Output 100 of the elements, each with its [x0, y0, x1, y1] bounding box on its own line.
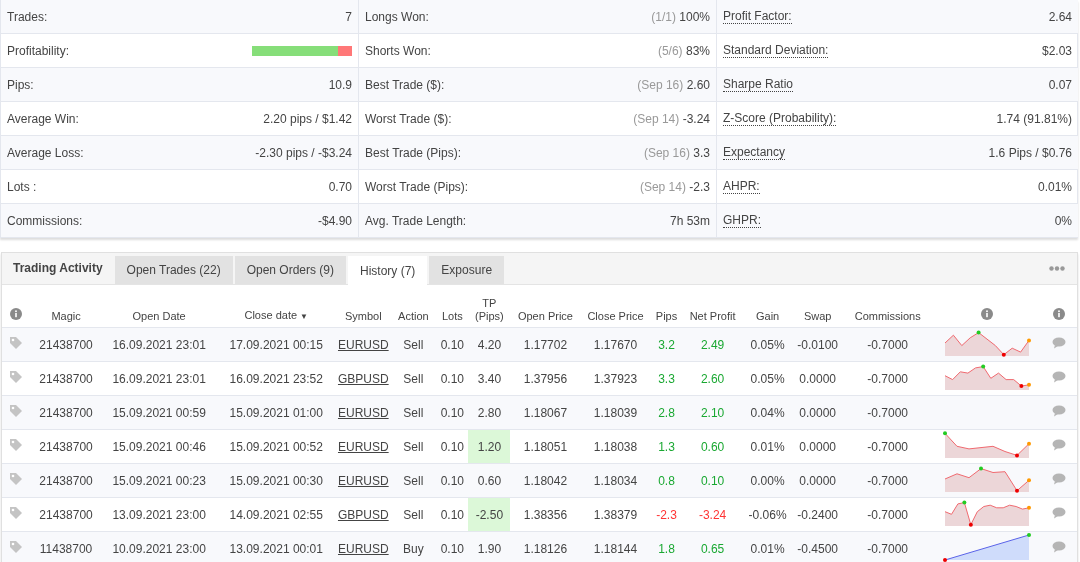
table-cell: 0.0000 [792, 395, 843, 430]
column-header[interactable]: Open Price [517, 310, 573, 323]
table-cell: 0.05% [742, 327, 793, 362]
comment-icon[interactable] [1051, 337, 1066, 349]
sort-indicator[interactable]: ▼ [300, 312, 308, 321]
stat-value: 3.3 [693, 145, 710, 160]
table-cell: 1.18034 [580, 463, 651, 498]
table-cell: 0.10 [436, 327, 469, 362]
comment-icon[interactable] [1051, 507, 1066, 519]
column-header[interactable]: Net Profit [689, 310, 736, 323]
tag-icon[interactable] [9, 404, 23, 418]
table-cell: 1.17702 [510, 327, 581, 362]
column-header[interactable]: Action [398, 310, 429, 323]
stat-label: GHPR: [723, 213, 761, 228]
column-header[interactable]: Open Date [132, 310, 186, 323]
column-header[interactable]: Magic [51, 310, 81, 323]
table-cell: Sell [390, 327, 437, 362]
tab[interactable]: Exposure [429, 256, 505, 284]
table-cell: -0.7000 [842, 327, 933, 362]
tab[interactable]: Open Trades (22) [114, 256, 233, 284]
table-cell: 16.09.2021 23:01 [102, 327, 217, 362]
stat-value: 7 [345, 9, 352, 24]
table-cell: 13.09.2021 00:01 [216, 531, 337, 562]
stat-label: Worst Trade (Pips): [365, 179, 469, 194]
stat-label: Lots : [7, 179, 37, 194]
tag-icon[interactable] [9, 370, 23, 384]
stat-value: -2.3 [689, 179, 710, 194]
stat-label: Best Trade ($): [365, 77, 445, 92]
comment-icon[interactable] [1051, 371, 1066, 383]
info-icon[interactable] [10, 308, 22, 320]
stat-label: Shorts Won: [365, 43, 431, 58]
tag-icon[interactable] [9, 472, 23, 486]
tag-icon[interactable] [9, 540, 23, 554]
more-icon[interactable] [1049, 266, 1065, 271]
stat-label: Trades: [7, 9, 48, 24]
stat-value: 0.01% [1037, 179, 1072, 194]
table-cell: -0.7000 [842, 531, 933, 562]
table-cell: 0.8 [650, 463, 683, 498]
stat-label: Longs Won: [365, 9, 429, 24]
column-header[interactable]: Swap [803, 310, 832, 323]
column-header[interactable]: Lots [441, 310, 463, 323]
table-cell: 1.17670 [580, 327, 651, 362]
stat-value: $2.03 [1041, 43, 1072, 58]
info-icon[interactable] [980, 308, 993, 320]
stat-value: 2.20 pips / $1.42 [263, 111, 352, 126]
table-cell: 15.09.2021 00:59 [102, 395, 217, 430]
stat-value: -2.30 pips / -$3.24 [255, 145, 352, 160]
table-cell: 15.09.2021 00:23 [102, 463, 217, 498]
table-cell: 1.20 [468, 429, 511, 464]
stat-note: (5/6) [657, 43, 683, 58]
column-header[interactable]: Close Price [587, 310, 644, 323]
table-cell: -2.50 [468, 497, 511, 532]
table-cell: -0.4500 [792, 531, 843, 562]
info-icon[interactable] [1052, 308, 1065, 320]
tab[interactable]: Open Orders (9) [234, 256, 346, 284]
stat-value: 0.70 [328, 179, 352, 194]
table-cell: 21438700 [30, 327, 103, 362]
stat-label: Worst Trade ($): [365, 111, 452, 126]
tag-icon[interactable] [9, 438, 23, 452]
column-header[interactable]: Pips [655, 310, 678, 323]
table-cell: 0.10 [436, 463, 469, 498]
stat-label: Best Trade (Pips): [365, 145, 462, 160]
table-cell: Buy [390, 531, 437, 562]
table-cell: 0.10 [436, 531, 469, 562]
table-cell: 21438700 [30, 463, 103, 498]
stat-label: Standard Deviation: [723, 43, 829, 58]
table-cell: -0.7000 [842, 395, 933, 430]
table-cell: 15.09.2021 00:30 [216, 463, 337, 498]
stat-note: (Sep 16) [637, 77, 684, 92]
stat-value: 1.6 Pips / $0.76 [988, 145, 1072, 160]
table-cell: Sell [390, 463, 437, 498]
symbol-link[interactable]: EURUSD [337, 439, 389, 454]
column-header[interactable]: Gain [756, 310, 780, 323]
symbol-link[interactable]: GBPUSD [337, 507, 389, 522]
stat-label: Average Loss: [7, 145, 84, 160]
comment-icon[interactable] [1051, 439, 1066, 451]
tab[interactable]: History (7) [348, 256, 428, 285]
column-header[interactable]: Commissions [854, 310, 921, 323]
panel-title: Trading Activity [12, 261, 104, 277]
stat-label: Sharpe Ratio [723, 77, 794, 92]
column-header[interactable]: Close date [244, 309, 298, 322]
stat-label: Pips: [7, 77, 34, 92]
comment-icon[interactable] [1051, 405, 1066, 417]
table-cell: 1.8 [650, 531, 683, 562]
stat-label: Average Win: [7, 111, 79, 126]
stat-value: 0% [1054, 213, 1072, 228]
column-header[interactable]: TP (Pips) [472, 297, 507, 323]
table-cell: 2.49 [682, 327, 743, 362]
symbol-link[interactable]: GBPUSD [337, 371, 389, 386]
stat-label: Profitability: [7, 43, 70, 58]
table-cell: 0.60 [468, 463, 511, 498]
column-header[interactable]: Symbol [344, 310, 382, 323]
table-cell: 2.8 [650, 395, 683, 430]
stat-note: (Sep 16) [643, 145, 690, 160]
comment-icon[interactable] [1051, 473, 1066, 485]
tag-icon[interactable] [9, 336, 23, 350]
comment-icon[interactable] [1051, 541, 1066, 553]
table-cell: 0.0000 [792, 463, 843, 498]
table-cell: Sell [390, 395, 437, 430]
tag-icon[interactable] [9, 506, 23, 520]
